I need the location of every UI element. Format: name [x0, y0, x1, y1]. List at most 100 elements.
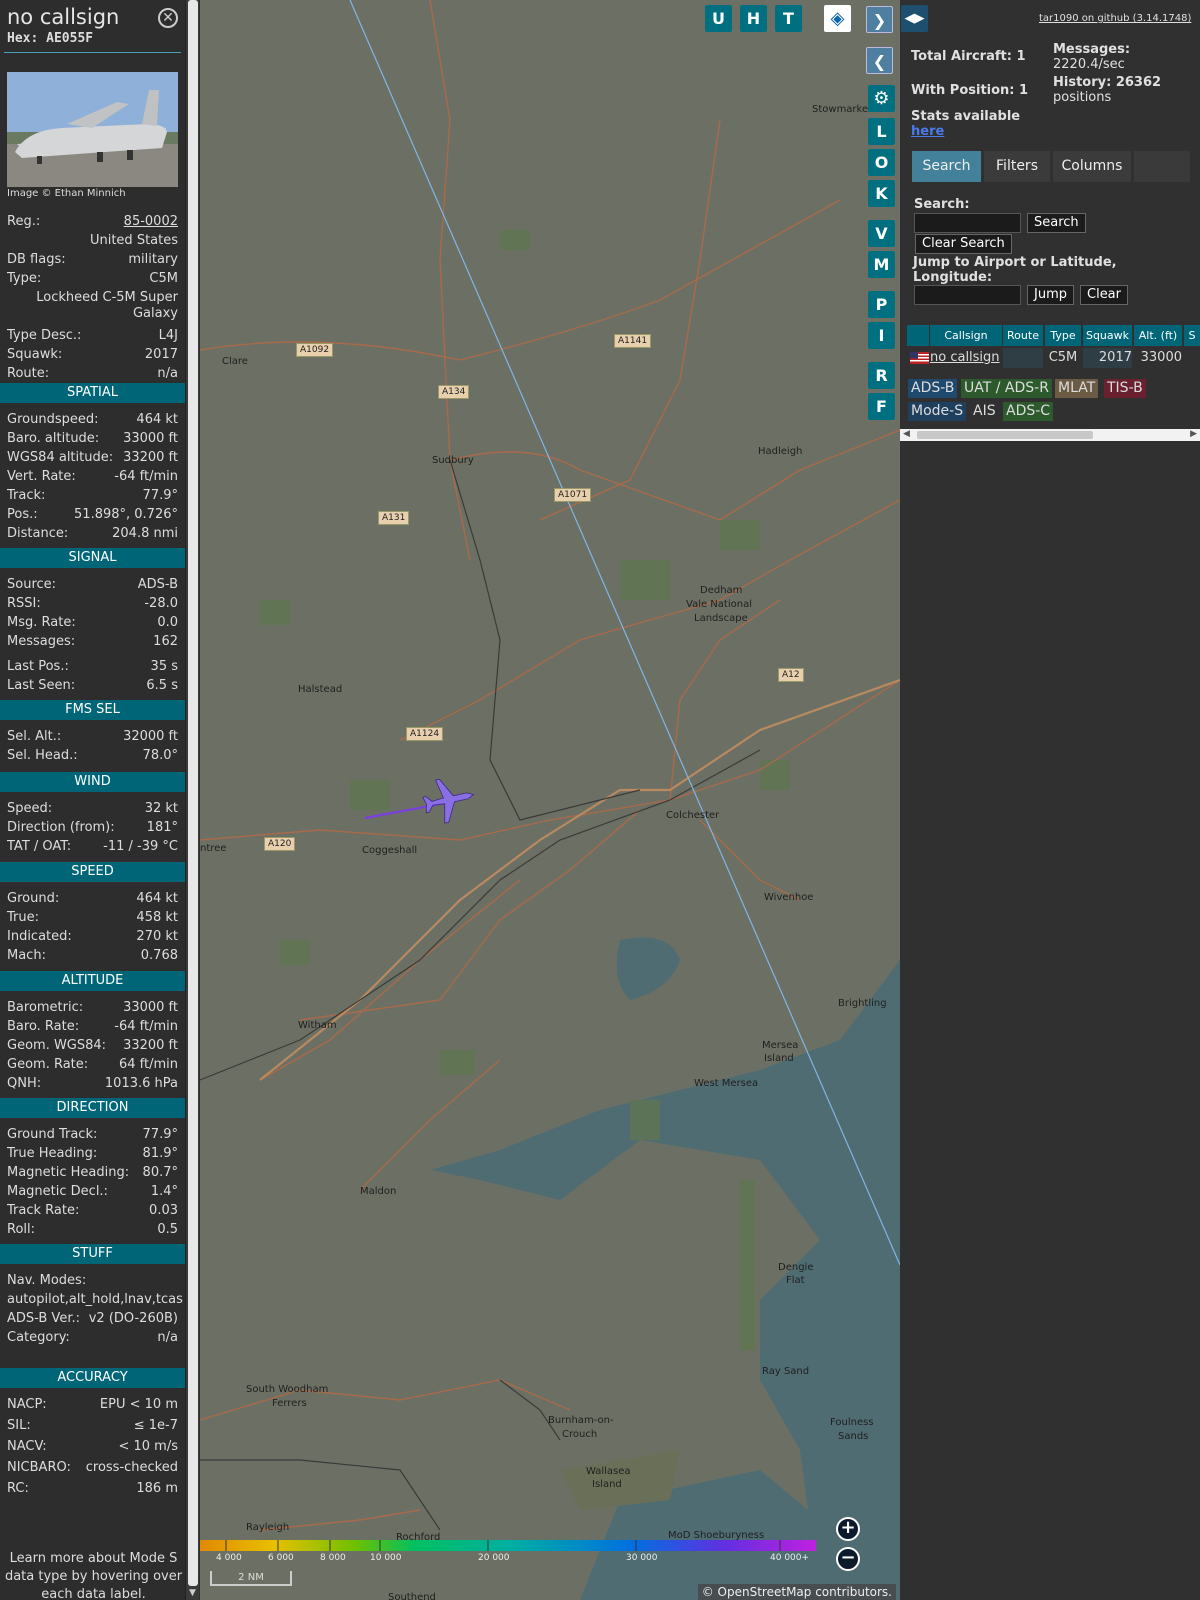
- detail-label[interactable]: Ground:: [7, 891, 59, 906]
- source-chip-ads-b[interactable]: ADS-B: [908, 379, 958, 398]
- detail-value[interactable]: 85-0002: [124, 214, 178, 229]
- place-label: Ferrers: [272, 1398, 307, 1409]
- detail-label[interactable]: Indicated:: [7, 929, 72, 944]
- map-button-o[interactable]: O: [868, 149, 895, 176]
- detail-label[interactable]: Sel. Alt.:: [7, 729, 61, 744]
- detail-label[interactable]: Type:: [7, 271, 41, 286]
- detail-label[interactable]: Barometric:: [7, 1000, 83, 1015]
- jump-button[interactable]: Jump: [1027, 285, 1074, 305]
- close-icon[interactable]: ✕: [158, 8, 178, 28]
- map-button-h[interactable]: H: [740, 5, 767, 32]
- settings-gear-icon[interactable]: ⚙: [868, 85, 895, 112]
- detail-label[interactable]: Last Seen:: [7, 678, 75, 693]
- detail-label[interactable]: NACV:: [7, 1439, 47, 1454]
- detail-label[interactable]: Last Pos.:: [7, 659, 69, 674]
- detail-label[interactable]: WGS84 altitude:: [7, 450, 113, 465]
- detail-label[interactable]: Track Rate:: [7, 1203, 79, 1218]
- col-route[interactable]: Route: [1003, 325, 1043, 346]
- map-button-f[interactable]: F: [868, 393, 895, 420]
- detail-label[interactable]: Groundspeed:: [7, 412, 98, 427]
- tab-filters[interactable]: Filters: [984, 151, 1050, 182]
- clear-search-button[interactable]: Clear Search: [915, 234, 1012, 254]
- map[interactable]: Stowmarket Clare Hadleigh Sudbury Dedham Vale…: [200, 0, 900, 1600]
- map-button-i[interactable]: I: [868, 322, 895, 349]
- detail-label[interactable]: DB flags:: [7, 252, 66, 267]
- detail-label[interactable]: Roll:: [7, 1222, 35, 1237]
- table-row-flag[interactable]: [907, 348, 929, 368]
- map-button-p[interactable]: P: [868, 291, 895, 318]
- detail-label[interactable]: Reg.:: [7, 214, 40, 229]
- aircraft-photo[interactable]: [7, 72, 178, 187]
- detail-label[interactable]: QNH:: [7, 1076, 41, 1091]
- jump-input[interactable]: [914, 285, 1021, 305]
- detail-label[interactable]: SIL:: [7, 1418, 31, 1433]
- map-button-v[interactable]: V: [868, 220, 895, 247]
- zoom-in-button[interactable]: +: [836, 1517, 860, 1541]
- detail-label[interactable]: True Heading:: [7, 1146, 97, 1161]
- detail-label[interactable]: Distance:: [7, 526, 68, 541]
- left-panel-scrollbar[interactable]: ▼: [185, 0, 199, 1600]
- detail-label[interactable]: Category:: [7, 1330, 70, 1345]
- detail-label[interactable]: RSSI:: [7, 596, 41, 611]
- detail-label[interactable]: Baro. Rate:: [7, 1019, 79, 1034]
- col-type[interactable]: Type: [1045, 325, 1081, 346]
- detail-label[interactable]: Type Desc.:: [7, 328, 81, 343]
- detail-value: autopilot,alt_hold,lnav,tcas: [7, 1292, 183, 1307]
- detail-label[interactable]: NICBARO:: [7, 1460, 71, 1475]
- detail-label[interactable]: Geom. Rate:: [7, 1057, 88, 1072]
- detail-label[interactable]: Mach:: [7, 948, 46, 963]
- source-chip-mlat[interactable]: MLAT: [1055, 379, 1099, 398]
- source-chip-mode-s[interactable]: Mode-S: [908, 402, 967, 421]
- detail-label[interactable]: Nav. Modes:: [7, 1273, 86, 1288]
- col-callsign[interactable]: Callsign: [930, 325, 1002, 346]
- detail-label[interactable]: TAT / OAT:: [7, 839, 71, 854]
- col-s[interactable]: S: [1184, 325, 1200, 346]
- map-button-l[interactable]: L: [868, 118, 895, 145]
- col-altitude[interactable]: Alt. (ft): [1134, 325, 1182, 346]
- source-chip-tis-b[interactable]: TIS-B: [1104, 379, 1146, 398]
- github-link[interactable]: tar1090 on github (3.14.1748): [1039, 13, 1191, 24]
- detail-label[interactable]: Squawk:: [7, 347, 62, 362]
- detail-label[interactable]: True:: [7, 910, 39, 925]
- detail-label[interactable]: NACP:: [7, 1397, 47, 1412]
- map-button-r[interactable]: R: [868, 362, 895, 389]
- detail-label[interactable]: Magnetic Heading:: [7, 1165, 129, 1180]
- map-button-u[interactable]: U: [705, 5, 732, 32]
- detail-label[interactable]: Ground Track:: [7, 1127, 97, 1142]
- map-button-k[interactable]: K: [868, 180, 895, 207]
- search-input[interactable]: [914, 213, 1021, 233]
- detail-label[interactable]: Direction (from):: [7, 820, 115, 835]
- detail-label[interactable]: Track:: [7, 488, 45, 503]
- map-button-m[interactable]: M: [868, 251, 895, 278]
- toggle-panel-arrows-icon[interactable]: ◀▶: [901, 5, 928, 32]
- source-chip-ads-c[interactable]: ADS-C: [1003, 402, 1054, 421]
- detail-label[interactable]: Messages:: [7, 634, 75, 649]
- tab-columns[interactable]: Columns: [1053, 151, 1131, 182]
- detail-label[interactable]: Pos.:: [7, 507, 38, 522]
- expand-right-button[interactable]: ❯: [866, 6, 893, 33]
- table-row-callsign[interactable]: no callsign: [930, 348, 1002, 368]
- search-button[interactable]: Search: [1027, 213, 1086, 233]
- source-chip-ais[interactable]: AIS: [970, 402, 999, 421]
- col-squawk[interactable]: Squawk: [1083, 325, 1132, 346]
- detail-label[interactable]: Geom. WGS84:: [7, 1038, 106, 1053]
- detail-label[interactable]: Route:: [7, 366, 49, 381]
- tab-search[interactable]: Search: [912, 151, 981, 182]
- detail-label[interactable]: Source:: [7, 577, 56, 592]
- clear-button[interactable]: Clear: [1080, 285, 1128, 305]
- detail-label[interactable]: Vert. Rate:: [7, 469, 76, 484]
- detail-label[interactable]: Msg. Rate:: [7, 615, 76, 630]
- stats-here-link[interactable]: here: [911, 124, 944, 139]
- detail-label[interactable]: Sel. Head.:: [7, 748, 78, 763]
- table-horizontal-scrollbar[interactable]: ◀ ▶: [900, 429, 1200, 441]
- map-button-t[interactable]: T: [775, 5, 802, 32]
- layers-button[interactable]: ◈: [824, 5, 851, 32]
- source-chip-uat-ads-r[interactable]: UAT / ADS-R: [961, 379, 1052, 398]
- collapse-left-button[interactable]: ❮: [866, 47, 893, 74]
- detail-label[interactable]: Speed:: [7, 801, 52, 816]
- detail-label[interactable]: ADS-B Ver.:: [7, 1311, 80, 1326]
- detail-label[interactable]: Baro. altitude:: [7, 431, 99, 446]
- zoom-out-button[interactable]: −: [836, 1547, 860, 1571]
- detail-label[interactable]: Magnetic Decl.:: [7, 1184, 108, 1199]
- detail-label[interactable]: RC:: [7, 1481, 29, 1496]
